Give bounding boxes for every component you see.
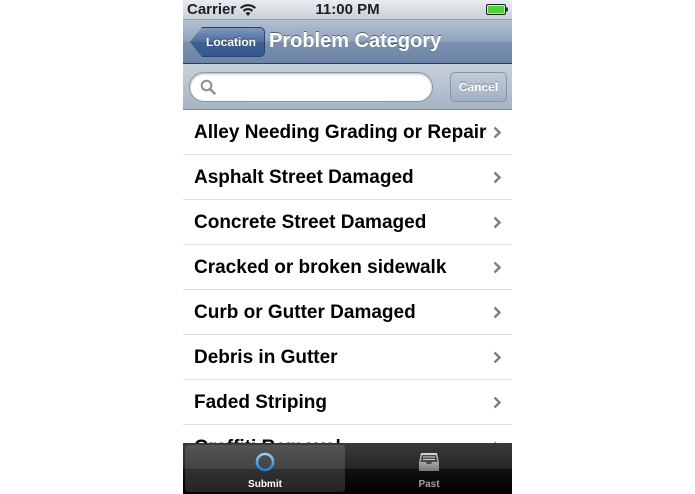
search-icon (200, 79, 216, 95)
crosshair-icon (254, 451, 276, 473)
search-bar: Cancel (183, 64, 512, 110)
list-item[interactable]: Alley Needing Grading or Repair (183, 110, 512, 155)
list-item-label: Asphalt Street Damaged (194, 167, 414, 188)
category-list: Alley Needing Grading or Repair Asphalt … (183, 110, 512, 443)
list-item-label: Debris in Gutter (194, 347, 338, 368)
page-title: Problem Category (269, 30, 442, 52)
list-item[interactable]: Graffiti Removal (183, 425, 512, 443)
tab-bar: Submit Past (183, 443, 512, 494)
list-item-label: Curb or Gutter Damaged (194, 302, 416, 323)
inbox-tray-icon (419, 453, 439, 471)
status-bar: Carrier 11:00 PM (183, 0, 512, 20)
phone-screen: Carrier 11:00 PM Location Problem Catego… (183, 0, 512, 494)
clock: 11:00 PM (315, 1, 380, 18)
chevron-right-icon (493, 171, 501, 184)
list-item-label: Concrete Street Damaged (194, 212, 427, 233)
list-item[interactable]: Debris in Gutter (183, 335, 512, 380)
chevron-right-icon (493, 351, 501, 364)
chevron-right-icon (493, 396, 501, 409)
list-item[interactable]: Faded Striping (183, 380, 512, 425)
cancel-button[interactable]: Cancel (450, 72, 507, 102)
chevron-right-icon (493, 306, 501, 319)
back-button[interactable]: Location (190, 27, 265, 57)
list-item[interactable]: Curb or Gutter Damaged (183, 290, 512, 335)
chevron-right-icon (493, 126, 501, 139)
tab-past[interactable]: Past (349, 445, 509, 492)
list-item[interactable]: Asphalt Street Damaged (183, 155, 512, 200)
search-input[interactable] (220, 77, 424, 99)
tab-label: Submit (248, 479, 282, 490)
battery-icon (486, 4, 508, 15)
list-item-label: Cracked or broken sidewalk (194, 257, 447, 278)
search-field[interactable] (189, 72, 433, 102)
navigation-bar: Location Problem Category (183, 20, 512, 64)
list-item-label: Alley Needing Grading or Repair (194, 122, 487, 143)
chevron-right-icon (493, 261, 501, 274)
chevron-right-icon (493, 216, 501, 229)
list-item[interactable]: Cracked or broken sidewalk (183, 245, 512, 290)
list-item-label: Faded Striping (194, 392, 327, 413)
list-item-label: Graffiti Removal (194, 425, 341, 443)
tab-submit[interactable]: Submit (185, 445, 345, 492)
list-item[interactable]: Concrete Street Damaged (183, 200, 512, 245)
tab-label: Past (418, 479, 440, 490)
